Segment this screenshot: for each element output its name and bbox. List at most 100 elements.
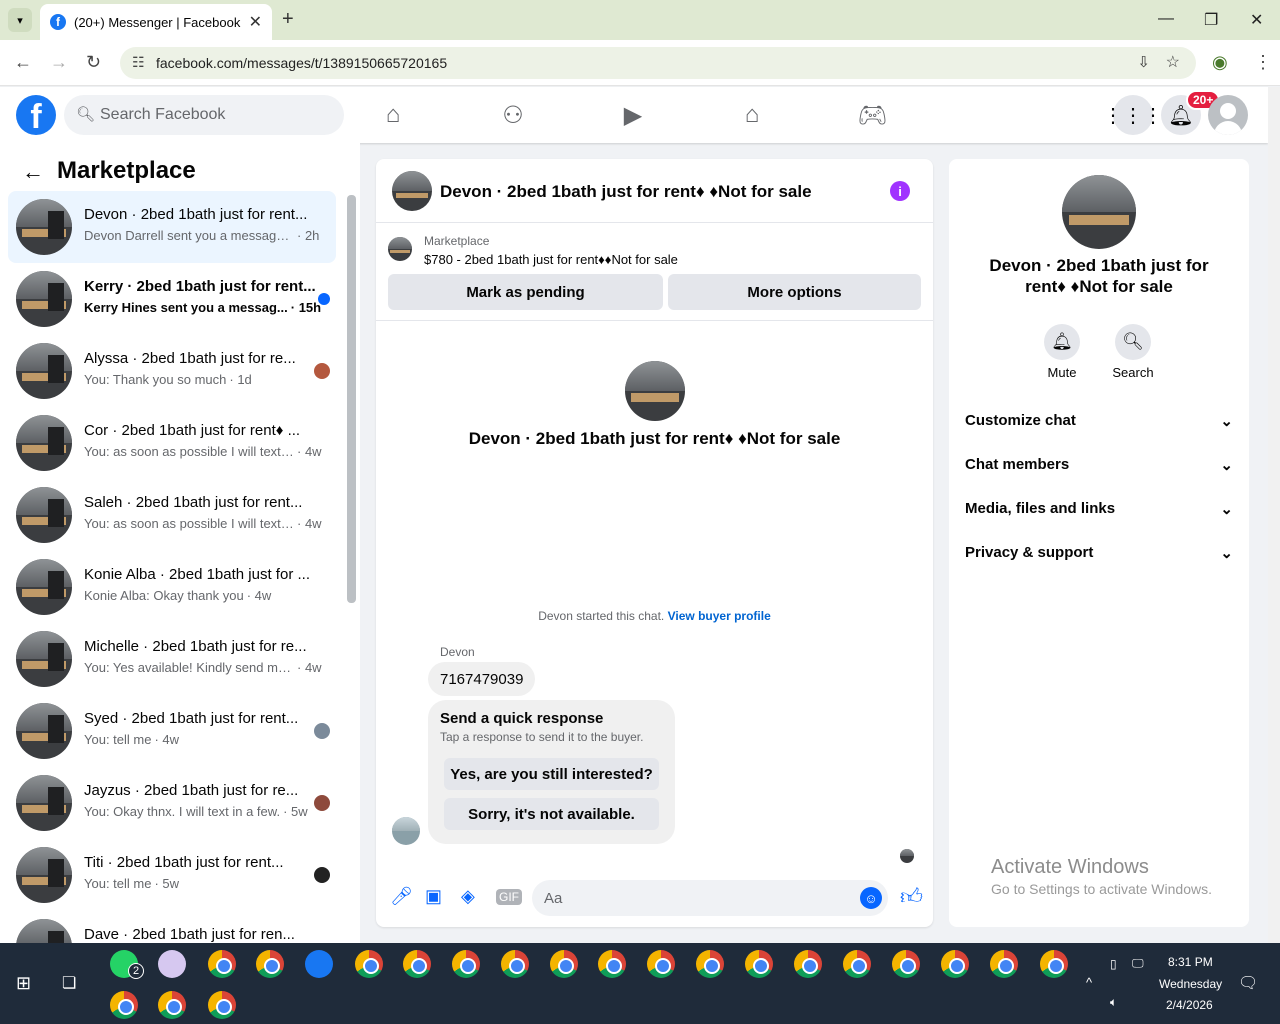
info-icon[interactable]: i — [890, 181, 910, 201]
search-icon[interactable]: 🔍︎ — [1115, 324, 1151, 360]
action-center-icon[interactable]: 🗨︎ — [1238, 973, 1258, 993]
chrome-taskbar-icon[interactable] — [208, 991, 236, 1019]
facebook-icon[interactable]: f — [16, 95, 56, 135]
listing-price[interactable]: $780 - 2bed 1bath just for rent♦♦Not for… — [424, 252, 678, 267]
sticker-icon[interactable]: ◈ — [461, 886, 475, 907]
back-icon[interactable]: ← — [14, 52, 32, 73]
volume-icon[interactable]: 🔈︎ — [1110, 995, 1117, 1010]
chrome-taskbar-icon[interactable] — [452, 950, 480, 978]
list-item[interactable]: Cor · 2bed 1bath just for rent♦ ... You: … — [8, 407, 336, 479]
clock-time[interactable]: 8:31 PM — [1168, 955, 1213, 969]
list-item[interactable]: Michelle · 2bed 1bath just for re... You:… — [8, 623, 336, 695]
network-icon[interactable]: 🖵︎ — [1132, 956, 1144, 971]
chrome-taskbar-icon[interactable] — [256, 950, 284, 978]
list-item[interactable]: Konie Alba · 2bed 1bath just for ... Koni… — [8, 551, 336, 623]
chrome-taskbar-icon[interactable] — [110, 991, 138, 1019]
chrome-taskbar-icon[interactable] — [647, 950, 675, 978]
chrome-taskbar-icon[interactable] — [794, 950, 822, 978]
home-icon[interactable]: ⌂ — [378, 101, 408, 129]
chrome-taskbar-icon[interactable] — [598, 950, 626, 978]
list-item[interactable]: Jayzus · 2bed 1bath just for re... You: O… — [8, 767, 336, 839]
quick-reply-interested-button[interactable]: Yes, are you still interested? — [444, 758, 659, 790]
bell-icon[interactable]: 🔔︎ — [1044, 324, 1080, 360]
chrome-taskbar-icon[interactable] — [355, 950, 383, 978]
chrome-taskbar-icon[interactable] — [990, 950, 1018, 978]
chrome-taskbar-icon[interactable] — [843, 950, 871, 978]
address-bar[interactable]: ☷ facebook.com/messages/t/13891506657201… — [120, 47, 1196, 79]
conversation-time: · 4w — [297, 660, 322, 675]
list-item[interactable]: Alyssa · 2bed 1bath just for re... You: T… — [8, 335, 336, 407]
tray-expand-icon[interactable]: ^ — [1086, 975, 1092, 990]
chrome-taskbar-icon[interactable] — [158, 991, 186, 1019]
profile-avatar[interactable] — [1062, 175, 1136, 249]
site-settings-icon[interactable]: ☷ — [132, 54, 145, 71]
listing-thumbnail[interactable] — [388, 237, 412, 261]
minimize-icon[interactable]: — — [1158, 10, 1174, 28]
gaming-icon[interactable]: 🎮︎ — [857, 101, 887, 130]
search-label[interactable]: Search — [1098, 365, 1168, 380]
list-item[interactable]: Saleh · 2bed 1bath just for rent... You: … — [8, 479, 336, 551]
chat-avatar[interactable] — [392, 171, 432, 211]
chrome-taskbar-icon[interactable] — [501, 950, 529, 978]
chrome-taskbar-icon[interactable] — [745, 950, 773, 978]
profile-icon[interactable]: ◉ — [1212, 52, 1228, 73]
browser-tab[interactable]: f (20+) Messenger | Facebook ✕ — [40, 4, 272, 40]
clock-date[interactable]: 2/4/2026 — [1166, 998, 1213, 1012]
avatar[interactable] — [1208, 95, 1248, 135]
windows-start-icon[interactable]: ⊞ — [16, 973, 31, 994]
message-bubble[interactable]: 7167479039 — [428, 662, 536, 696]
chevron-down-icon: ⌄ — [1220, 413, 1233, 430]
bookmark-star-icon[interactable]: ☆ — [1166, 52, 1180, 72]
chat-members-section[interactable]: Chat members ⌄ — [965, 456, 1233, 474]
chrome-taskbar-icon[interactable] — [892, 950, 920, 978]
image-icon[interactable]: ▣ — [425, 886, 442, 907]
chrome-taskbar-icon[interactable] — [403, 950, 431, 978]
mute-label[interactable]: Mute — [1027, 365, 1097, 380]
like-icon[interactable]: 👍︎ — [900, 883, 923, 910]
media-files-links-section[interactable]: Media, files and links ⌄ — [965, 500, 1233, 518]
emoji-icon[interactable]: ☺ — [860, 887, 882, 909]
chrome-taskbar-icon[interactable] — [941, 950, 969, 978]
clock-day[interactable]: Wednesday — [1159, 977, 1222, 991]
list-item[interactable]: Devon · 2bed 1bath just for rent... Devon… — [8, 191, 336, 263]
tray-device-icon[interactable]: ▯ — [1110, 957, 1117, 971]
chrome-taskbar-icon[interactable] — [550, 950, 578, 978]
marketplace-icon[interactable]: ⌂ — [737, 101, 767, 129]
menu-grid-icon[interactable]: ⋮⋮⋮ — [1103, 95, 1163, 135]
quick-reply-not-available-button[interactable]: Sorry, it's not available. — [444, 798, 659, 830]
chrome-taskbar-icon[interactable] — [696, 950, 724, 978]
privacy-support-section[interactable]: Privacy & support ⌄ — [965, 544, 1233, 562]
reload-icon[interactable]: ↻ — [86, 52, 101, 73]
chrome-taskbar-icon[interactable] — [208, 950, 236, 978]
browser-menu-icon[interactable]: ⋮ — [1254, 52, 1272, 73]
mark-pending-button[interactable]: Mark as pending — [388, 274, 663, 310]
friends-icon[interactable]: ⚇ — [498, 101, 528, 130]
list-item[interactable]: Kerry · 2bed 1bath just for rent... Kerry… — [8, 263, 336, 335]
tab-search-button[interactable]: ▾ — [8, 8, 32, 32]
close-tab-icon[interactable]: ✕ — [249, 12, 262, 32]
list-item[interactable]: Titi · 2bed 1bath just for rent... You: t… — [8, 839, 336, 911]
customize-chat-section[interactable]: Customize chat ⌄ — [965, 412, 1233, 430]
search-input[interactable]: 🔍︎ Search Facebook — [64, 95, 344, 135]
list-scrollbar[interactable] — [347, 195, 356, 603]
message-input[interactable]: Aa — [532, 880, 888, 916]
conversation-name: Alyssa · 2bed 1bath just for re... — [84, 350, 296, 367]
video-icon[interactable]: ▶ — [618, 101, 648, 130]
new-tab-button[interactable]: + — [282, 8, 294, 31]
task-view-icon[interactable]: ❏ — [62, 973, 76, 993]
chrome-taskbar-icon[interactable] — [1040, 950, 1068, 978]
gif-icon[interactable]: GIF — [496, 889, 522, 905]
view-buyer-profile-link[interactable]: View buyer profile — [668, 609, 771, 623]
close-window-icon[interactable]: ✕ — [1250, 10, 1263, 30]
restore-icon[interactable]: ❐ — [1204, 10, 1218, 30]
forward-icon[interactable]: → — [50, 52, 68, 73]
mic-icon[interactable]: 🎤︎ — [390, 886, 413, 907]
app-icon[interactable] — [158, 950, 186, 978]
back-arrow-icon[interactable]: ← — [22, 159, 44, 185]
list-item[interactable]: Syed · 2bed 1bath just for rent... You: t… — [8, 695, 336, 767]
page-scrollbar[interactable] — [1268, 87, 1280, 943]
install-app-icon[interactable]: ⇩ — [1137, 53, 1150, 71]
facebook-taskbar-icon[interactable] — [305, 950, 333, 978]
chat-title[interactable]: Devon · 2bed 1bath just for rent♦ ♦Not f… — [440, 182, 812, 202]
more-options-button[interactable]: More options — [668, 274, 921, 310]
